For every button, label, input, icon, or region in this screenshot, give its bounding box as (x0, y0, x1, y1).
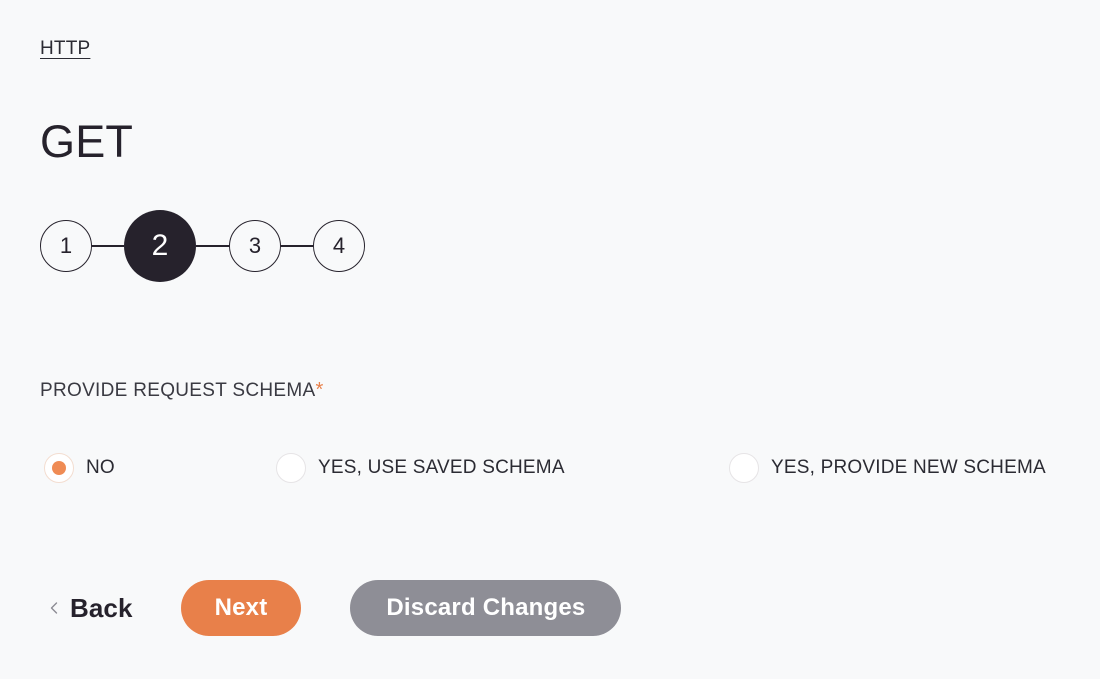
radio-dot-no (52, 461, 66, 475)
wizard-actions: Back Next Discard Changes (40, 580, 622, 636)
radio-label-yes-provide-new-schema: YES, PROVIDE NEW SCHEMA (771, 457, 1046, 478)
radio-label-no: NO (86, 457, 115, 478)
radio-label-yes-use-saved-schema: YES, USE SAVED SCHEMA (318, 457, 565, 478)
radio-dot-yes-provide-new-schema (737, 461, 751, 475)
radio-icon-no (44, 453, 74, 483)
discard-changes-button[interactable]: Discard Changes (350, 580, 622, 636)
step-indicator: 1 2 3 4 (40, 210, 365, 282)
page-title: GET (40, 116, 134, 167)
chevron-left-icon (50, 602, 58, 614)
step-1-number: 1 (59, 233, 73, 258)
radio-option-yes-provide-new-schema[interactable]: YES, PROVIDE NEW SCHEMA (729, 450, 1046, 486)
radio-dot-yes-use-saved-schema (284, 461, 298, 475)
breadcrumb-http-link[interactable]: HTTP (40, 36, 90, 62)
radio-option-yes-use-saved-schema[interactable]: YES, USE SAVED SCHEMA (276, 450, 565, 486)
wizard-page: HTTP GET 1 2 3 4 PROVIDE REQUEST SCHEMA*… (0, 0, 1100, 679)
step-3[interactable]: 3 (229, 220, 281, 272)
next-button[interactable]: Next (180, 580, 302, 636)
provide-request-schema-label: PROVIDE REQUEST SCHEMA* (40, 377, 324, 404)
step-connector-3-4 (281, 245, 313, 247)
provide-request-schema-radio-group: NO YES, USE SAVED SCHEMA YES, PROVIDE NE… (40, 450, 1060, 488)
radio-option-no[interactable]: NO (44, 450, 115, 486)
required-asterisk: * (315, 379, 324, 401)
step-2[interactable]: 2 (124, 210, 196, 282)
step-1[interactable]: 1 (40, 220, 92, 272)
radio-icon-yes-provide-new-schema (729, 453, 759, 483)
back-button[interactable]: Back (40, 580, 143, 636)
back-button-label: Back (70, 593, 133, 623)
step-4[interactable]: 4 (313, 220, 365, 272)
field-label-text: PROVIDE REQUEST SCHEMA (40, 380, 316, 401)
step-connector-2-3 (196, 245, 229, 247)
step-4-number: 4 (332, 233, 346, 258)
step-connector-1-2 (92, 245, 124, 247)
radio-icon-yes-use-saved-schema (276, 453, 306, 483)
step-2-number: 2 (151, 229, 169, 262)
step-3-number: 3 (248, 233, 262, 258)
